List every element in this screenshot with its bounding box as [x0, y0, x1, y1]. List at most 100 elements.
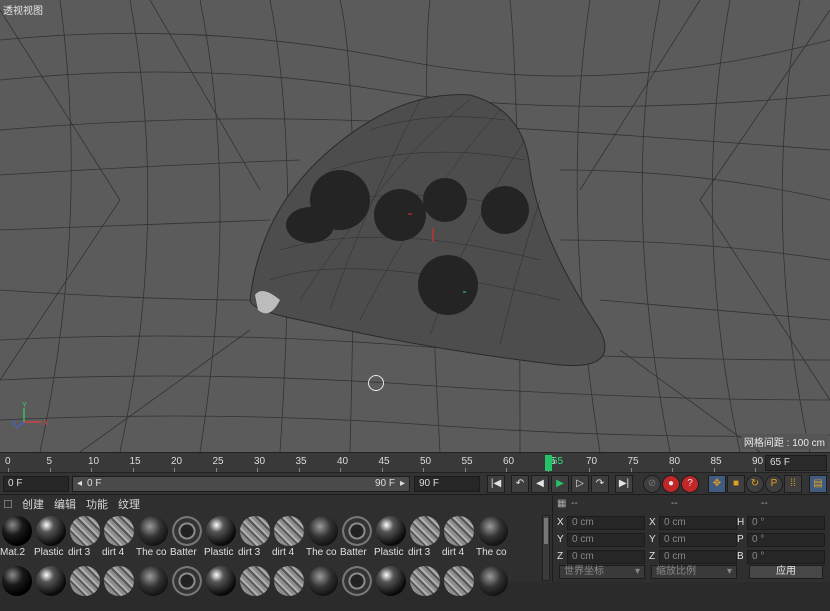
coord-value-field[interactable]: 0 °: [747, 516, 825, 530]
key-parameter-button[interactable]: P: [765, 475, 783, 493]
tick-label: 30: [254, 456, 266, 467]
material-swatch[interactable]: dirt 4: [272, 513, 306, 561]
end-frame-field[interactable]: 90 F: [414, 476, 480, 492]
coord-axis-label: H: [737, 517, 745, 528]
play-icon: ▶: [556, 478, 564, 489]
prev-frame-button[interactable]: ◀: [531, 475, 549, 493]
material-preview-sphere: [2, 566, 32, 596]
playhead-marker[interactable]: [545, 455, 552, 471]
perspective-viewport[interactable]: 透视视图 Y X Z 网格间距 : 100 cm: [0, 0, 830, 452]
record-button[interactable]: ●: [662, 475, 680, 493]
material-swatch[interactable]: Plastic: [204, 513, 238, 561]
scrollbar-thumb[interactable]: [544, 518, 548, 544]
material-swatch[interactable]: [476, 563, 510, 611]
material-swatch[interactable]: [204, 563, 238, 611]
material-label: Batter: [340, 547, 367, 558]
material-swatch[interactable]: [0, 563, 34, 611]
material-swatch[interactable]: dirt 3: [238, 513, 272, 561]
parameter-icon: P: [770, 478, 778, 489]
coord-value-field[interactable]: 0 cm: [567, 516, 645, 530]
rotate-icon: ↻: [750, 478, 760, 489]
material-label: dirt 4: [442, 547, 465, 558]
menu-edit[interactable]: 编辑: [54, 496, 76, 512]
coord-value-field[interactable]: 0 cm: [567, 533, 645, 547]
material-swatch[interactable]: [68, 563, 102, 611]
scale-mode-dropdown[interactable]: 缩放比例 ▾: [651, 565, 737, 579]
material-swatch[interactable]: [34, 563, 68, 611]
material-swatch[interactable]: The co: [476, 513, 510, 561]
key-pla-button[interactable]: ⁞⁞: [784, 475, 802, 493]
material-swatch[interactable]: dirt 4: [442, 513, 476, 561]
material-swatch[interactable]: [442, 563, 476, 611]
move-icon: ✥: [712, 478, 722, 489]
scale-icon: ■: [732, 478, 740, 489]
tick-label: 80: [669, 456, 681, 467]
coord-axis-label: Y: [557, 534, 564, 545]
material-swatch[interactable]: [306, 563, 340, 611]
material-scrollbar[interactable]: [542, 515, 550, 581]
material-swatch[interactable]: dirt 4: [102, 513, 136, 561]
coord-value-field[interactable]: 0 °: [747, 533, 825, 547]
panel-grip-icon[interactable]: [4, 500, 12, 508]
apply-button[interactable]: 应用: [749, 565, 823, 579]
material-swatch[interactable]: [374, 563, 408, 611]
step-back-icon: ◀: [536, 478, 544, 489]
material-swatch[interactable]: [102, 563, 136, 611]
chevron-down-icon: ▾: [634, 566, 640, 577]
material-swatch[interactable]: Plastic: [374, 513, 408, 561]
material-preview-sphere: [274, 516, 304, 546]
panel-grip-icon[interactable]: ▦: [557, 498, 566, 509]
preview-range-slider[interactable]: ◂ 0 F 90 F ▸: [72, 476, 410, 492]
tick-label: 50: [420, 456, 432, 467]
material-label: Mat.2: [0, 547, 26, 558]
autokey-button[interactable]: ⊘: [643, 475, 661, 493]
material-preview-sphere: [104, 566, 134, 596]
material-swatch[interactable]: [238, 563, 272, 611]
key-rotation-button[interactable]: ↻: [746, 475, 764, 493]
material-preview-sphere: [478, 566, 508, 596]
material-swatch[interactable]: Batter: [170, 513, 204, 561]
prev-key-button[interactable]: ↶: [511, 475, 529, 493]
material-swatch[interactable]: dirt 3: [68, 513, 102, 561]
material-swatch[interactable]: The co: [136, 513, 170, 561]
menu-function[interactable]: 功能: [86, 496, 108, 512]
tick-label: 45: [378, 456, 390, 467]
tick-label: 0: [5, 456, 11, 467]
material-swatch[interactable]: Mat.2: [0, 513, 34, 561]
next-frame-button[interactable]: ▷: [571, 475, 589, 493]
coord-value-field[interactable]: 0 cm: [659, 550, 737, 564]
coord-value-field[interactable]: 0 cm: [659, 533, 737, 547]
material-preview-sphere: [308, 566, 338, 596]
material-swatch[interactable]: [272, 563, 306, 611]
coord-value-field[interactable]: 0 °: [747, 550, 825, 564]
step-forward-icon: ▷: [576, 478, 584, 489]
go-to-start-button[interactable]: |◀: [487, 475, 505, 493]
material-swatch[interactable]: Batter: [340, 513, 374, 561]
go-to-end-button[interactable]: ▶|: [615, 475, 633, 493]
material-swatch[interactable]: [408, 563, 442, 611]
material-swatch[interactable]: Plastic: [34, 513, 68, 561]
menu-create[interactable]: 创建: [22, 496, 44, 512]
menu-texture[interactable]: 纹理: [118, 496, 140, 512]
next-key-button[interactable]: ↷: [591, 475, 609, 493]
start-frame-field[interactable]: 0 F: [3, 476, 69, 492]
material-swatch[interactable]: dirt 3: [408, 513, 442, 561]
material-swatch[interactable]: [340, 563, 374, 611]
material-swatch[interactable]: [170, 563, 204, 611]
material-swatch[interactable]: The co: [306, 513, 340, 561]
key-position-button[interactable]: ✥: [708, 475, 726, 493]
coord-value-field[interactable]: 0 cm: [659, 516, 737, 530]
current-frame-field[interactable]: 65 F: [765, 455, 827, 471]
coord-system-dropdown[interactable]: 世界坐标 ▾: [559, 565, 645, 579]
key-scale-button[interactable]: ■: [727, 475, 745, 493]
help-icon: ?: [687, 478, 693, 489]
material-label: Plastic: [34, 547, 64, 558]
play-button[interactable]: ▶: [551, 475, 569, 493]
material-swatch[interactable]: [136, 563, 170, 611]
timeline-ruler[interactable]: 0 5 10 15 20 25 30 35 40 45 50 55 60 65 70 75 80 85 90 65 …: [0, 452, 830, 473]
autokeying-button[interactable]: ?: [681, 475, 699, 493]
coord-value-field[interactable]: 0 cm: [567, 550, 645, 564]
tick-label: 60: [503, 456, 515, 467]
range-end-label: 90 F: [374, 478, 395, 489]
timeline-options-button[interactable]: ▤: [809, 475, 827, 493]
